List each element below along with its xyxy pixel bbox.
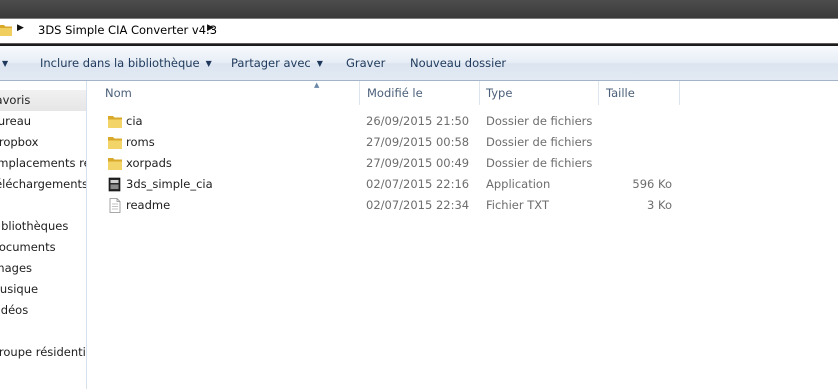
- address-bar[interactable]: ▶ 3DS Simple CIA Converter v4.3 ▶: [0, 18, 838, 44]
- folder-icon: [108, 116, 122, 128]
- nav-item-videos[interactable]: Vidéos: [0, 300, 86, 321]
- file-modified: 02/07/2015 22:16: [366, 177, 470, 191]
- file-row[interactable]: xorpads 27/09/2015 00:49 Dossier de fich…: [104, 153, 684, 174]
- nav-item-label: Documents: [0, 240, 56, 254]
- nav-item-label: Musique: [0, 282, 39, 296]
- file-name: cia: [126, 114, 143, 128]
- nav-item-homegroup[interactable]: Groupe résidentiel: [0, 342, 86, 363]
- file-name: xorpads: [126, 156, 172, 170]
- nav-item-desktop[interactable]: Bureau: [0, 111, 86, 132]
- share-label: Partager avec: [231, 56, 311, 70]
- file-type: Dossier de fichiers: [486, 156, 593, 170]
- nav-item-label: Bibliothèques: [0, 219, 69, 233]
- column-header-size[interactable]: Taille: [606, 81, 635, 105]
- file-name: roms: [126, 135, 155, 149]
- file-name: readme: [126, 198, 171, 212]
- folder-icon: [108, 137, 122, 149]
- nav-item-label: Vidéos: [0, 303, 29, 317]
- file-type: Fichier TXT: [486, 198, 549, 212]
- nav-item-label: Images: [0, 261, 33, 275]
- nav-item-dropbox[interactable]: Dropbox: [0, 132, 86, 153]
- nav-item-music[interactable]: Musique: [0, 279, 86, 300]
- nav-item-label: Emplacements récents: [0, 156, 86, 170]
- nav-item-label: Bureau: [0, 114, 32, 128]
- column-divider[interactable]: [679, 81, 680, 105]
- nav-item-label: Groupe résidentiel: [0, 345, 86, 359]
- file-size: 596 Ko: [632, 177, 672, 191]
- application-icon: [108, 177, 121, 192]
- chevron-right-icon[interactable]: ▶: [17, 23, 24, 33]
- column-header-modified[interactable]: Modifié le: [367, 81, 423, 105]
- chevron-down-icon: ▼: [316, 59, 323, 68]
- folder-icon: [108, 158, 122, 170]
- nav-item-label: Favoris: [0, 93, 31, 107]
- file-row[interactable]: roms 27/09/2015 00:58 Dossier de fichier…: [104, 132, 684, 153]
- nav-item-downloads[interactable]: Téléchargements: [0, 174, 86, 195]
- column-divider[interactable]: [598, 81, 599, 105]
- nav-item-libraries[interactable]: Bibliothèques: [0, 216, 86, 237]
- file-row[interactable]: 3ds_simple_cia 02/07/2015 22:16 Applicat…: [104, 174, 684, 195]
- file-type: Dossier de fichiers: [486, 114, 593, 128]
- file-type: Dossier de fichiers: [486, 135, 593, 149]
- file-type: Application: [486, 177, 551, 191]
- command-bar: ▼ Inclure dans la bibliothèque ▼ Partager…: [0, 46, 838, 81]
- burn-button[interactable]: Graver: [346, 56, 385, 70]
- nav-item-label: Téléchargements: [0, 177, 86, 191]
- chevron-down-icon: ▼: [205, 59, 212, 68]
- new-folder-button[interactable]: Nouveau dossier: [410, 56, 506, 70]
- file-size: 3 Ko: [647, 198, 672, 212]
- include-label: Inclure dans la bibliothèque: [40, 56, 200, 70]
- nav-item-label: Dropbox: [0, 135, 39, 149]
- folder-icon: [0, 25, 12, 36]
- sort-ascending-icon: ▲: [314, 81, 320, 89]
- file-modified: 27/09/2015 00:58: [366, 135, 470, 149]
- nav-item-documents[interactable]: Documents: [0, 237, 86, 258]
- include-in-library-button[interactable]: Inclure dans la bibliothèque ▼: [40, 56, 212, 70]
- chevron-right-icon[interactable]: ▶: [207, 23, 214, 33]
- text-file-icon: [109, 198, 121, 213]
- file-modified: 26/09/2015 21:50: [366, 114, 470, 128]
- column-header-type[interactable]: Type: [486, 81, 512, 105]
- nav-item-images[interactable]: Images: [0, 258, 86, 279]
- column-header-name[interactable]: Nom: [105, 81, 132, 105]
- column-header: ▲ Nom Modifié le Type Taille: [87, 81, 838, 105]
- breadcrumb-current-folder[interactable]: 3DS Simple CIA Converter v4.3: [38, 23, 217, 37]
- file-name: 3ds_simple_cia: [126, 177, 213, 191]
- navigation-pane: Favoris Bureau Dropbox Emplacements réce…: [0, 81, 87, 389]
- column-divider[interactable]: [479, 81, 480, 105]
- file-row[interactable]: cia 26/09/2015 21:50 Dossier de fichiers: [104, 111, 684, 132]
- file-modified: 27/09/2015 00:49: [366, 156, 470, 170]
- file-modified: 02/07/2015 22:34: [366, 198, 470, 212]
- file-row[interactable]: readme 02/07/2015 22:34 Fichier TXT 3 Ko: [104, 195, 684, 216]
- nav-item-recent-places[interactable]: Emplacements récents: [0, 153, 86, 174]
- organize-dropdown-arrow-icon[interactable]: ▼: [2, 59, 8, 68]
- window-title-area: ▶ 3DS Simple CIA Converter v4.3 ▶: [0, 0, 838, 46]
- share-with-button[interactable]: Partager avec ▼: [231, 56, 323, 70]
- nav-item-favorites[interactable]: Favoris: [0, 90, 86, 111]
- column-divider[interactable]: [359, 81, 360, 105]
